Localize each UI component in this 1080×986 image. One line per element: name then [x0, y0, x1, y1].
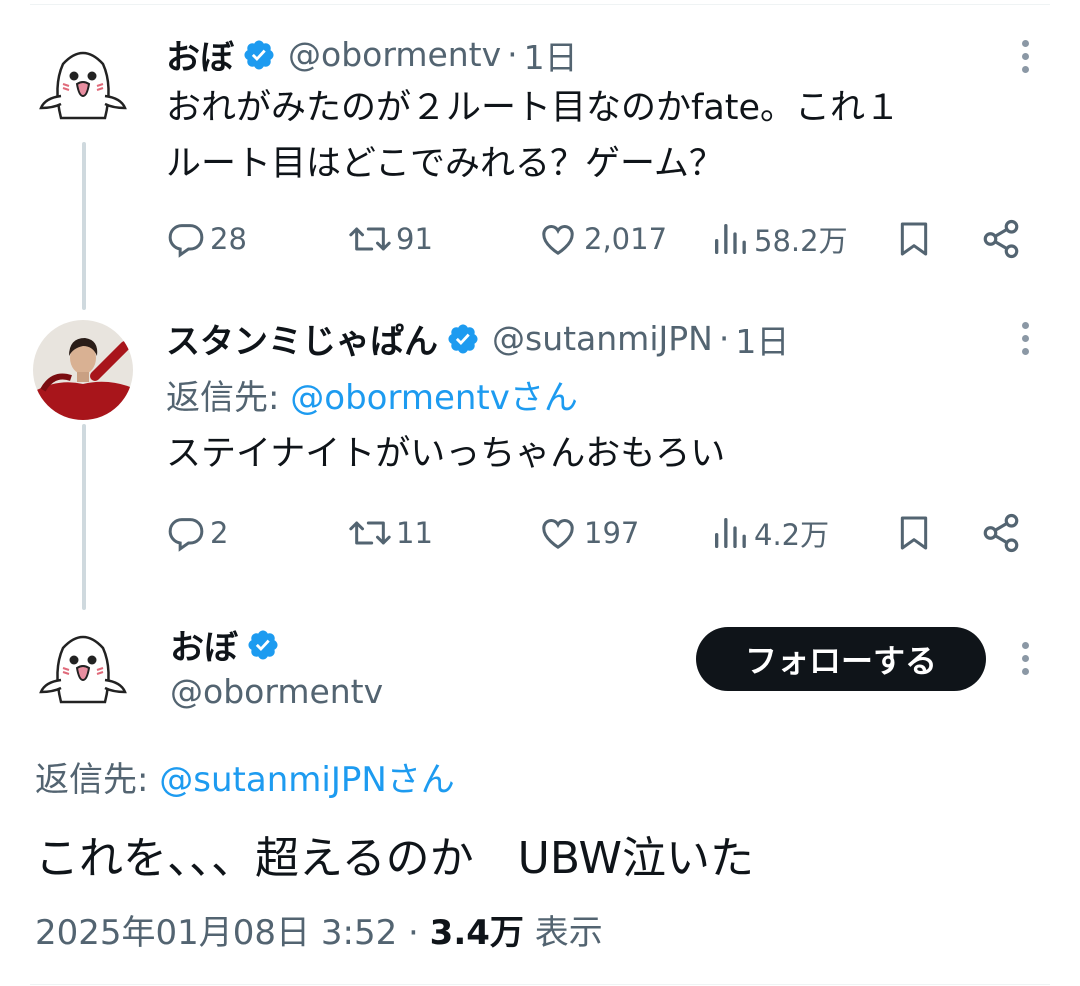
person-avatar-image — [33, 320, 133, 420]
share-button[interactable] — [980, 511, 1022, 555]
reply-button[interactable]: 2 — [166, 511, 228, 555]
timestamp[interactable]: 1日 — [735, 315, 789, 363]
display-name[interactable]: スタンミじゃぱん — [166, 314, 438, 363]
like-button[interactable]: 197 — [536, 511, 639, 555]
views-icon — [715, 224, 746, 254]
retweet-button[interactable]: 91 — [348, 217, 433, 261]
tweet-text-line: おれがみたのが２ルート目なのかfate。これ１ — [166, 88, 901, 128]
views-icon — [715, 518, 746, 548]
tweet-meta: 2025年01月08日 3:52 · 3.4万 表示 — [35, 905, 603, 954]
verified-icon[interactable] — [242, 38, 276, 72]
action-bar: 28 91 2,017 58.2万 — [166, 217, 1036, 261]
user-handle[interactable]: @sutanmiJPN — [492, 319, 713, 358]
reply-count: 2 — [210, 516, 229, 550]
main-tweet-header: おぼ — [170, 620, 280, 669]
like-count: 197 — [584, 516, 640, 550]
tweet-text-line: ステイナイトがいっちゃんおもろい — [166, 434, 726, 474]
like-icon — [542, 519, 574, 549]
bookmark-icon — [900, 222, 928, 256]
separator-dot: · — [718, 319, 730, 358]
tweet-text: おれがみたのが２ルート目なのかfate。これ１ ルート目はどこでみれる？ゲーム？ — [166, 80, 900, 192]
reply-button[interactable]: 28 — [166, 217, 247, 261]
display-name[interactable]: おぼ — [170, 620, 238, 669]
separator-dot: · — [507, 35, 518, 74]
share-icon — [983, 513, 1019, 553]
main-tweet-handle-row: @obormentv — [170, 672, 383, 711]
retweet-count: 11 — [396, 516, 433, 550]
more-icon[interactable] — [1022, 40, 1032, 79]
bottom-divider — [30, 984, 1050, 985]
reply-to-mention[interactable]: @obormentvさん — [290, 378, 578, 418]
retweet-count: 91 — [396, 222, 433, 256]
ghost-avatar-image — [33, 36, 133, 136]
views-count: 58.2万 — [754, 224, 848, 258]
reply-to-mention[interactable]: @sutanmiJPNさん — [159, 760, 455, 800]
like-icon — [542, 225, 574, 255]
post-timestamp[interactable]: 2025年01月08日 3:52 — [35, 913, 397, 953]
bookmark-button[interactable] — [894, 511, 934, 555]
action-bar: 2 11 197 4.2万 — [166, 511, 1036, 555]
retweet-button[interactable]: 11 — [348, 511, 433, 555]
verified-icon[interactable] — [246, 628, 280, 662]
tweet-text-line: ルート目はどこでみれる？ゲーム？ — [166, 144, 724, 184]
timestamp[interactable]: 1日 — [524, 31, 578, 79]
view-count: 3.4万 — [429, 913, 524, 953]
reply-to-prefix: 返信先: — [166, 378, 280, 418]
avatar-obo-main[interactable] — [33, 620, 133, 720]
reply-count: 28 — [210, 222, 247, 256]
retweet-icon — [349, 227, 391, 251]
more-icon[interactable] — [1022, 642, 1032, 681]
user-handle[interactable]: @obormentv — [288, 35, 501, 74]
main-tweet-text: これを、、、超えるのか UBW泣いた — [35, 833, 755, 884]
user-handle[interactable]: @obormentv — [170, 672, 383, 711]
views-button[interactable]: 4.2万 — [710, 511, 829, 555]
top-divider — [30, 4, 1050, 5]
avatar-obo[interactable] — [33, 36, 133, 136]
separator-dot: · — [408, 913, 419, 953]
like-button[interactable]: 2,017 — [536, 217, 667, 261]
follow-button[interactable]: フォローする — [696, 627, 986, 691]
tweet-header: スタンミじゃぱん @sutanmiJPN · 1日 — [166, 314, 789, 363]
ghost-avatar-image — [33, 620, 133, 720]
share-button[interactable] — [980, 217, 1022, 261]
verified-icon[interactable] — [446, 322, 480, 356]
like-count: 2,017 — [584, 222, 668, 256]
reply-to: 返信先: @obormentvさん — [166, 370, 578, 419]
share-icon — [983, 219, 1019, 259]
tweet-header: おぼ @obormentv · 1日 — [166, 30, 578, 79]
thread-line — [82, 424, 86, 610]
views-count: 4.2万 — [754, 518, 830, 552]
reply-to-prefix: 返信先: — [35, 760, 149, 800]
reply-to: 返信先: @sutanmiJPNさん — [35, 752, 455, 801]
bookmark-icon — [900, 516, 928, 550]
tweet-text: ステイナイトがいっちゃんおもろい — [166, 426, 725, 482]
thread-line — [82, 142, 86, 310]
views-button[interactable]: 58.2万 — [710, 217, 848, 261]
reply-icon — [168, 224, 204, 258]
avatar-sutanmi[interactable] — [33, 320, 133, 420]
display-name[interactable]: おぼ — [166, 30, 234, 79]
retweet-icon — [349, 521, 391, 545]
bookmark-button[interactable] — [894, 217, 934, 261]
more-icon[interactable] — [1022, 322, 1032, 361]
view-label: 表示 — [534, 913, 603, 953]
reply-icon — [168, 518, 204, 552]
